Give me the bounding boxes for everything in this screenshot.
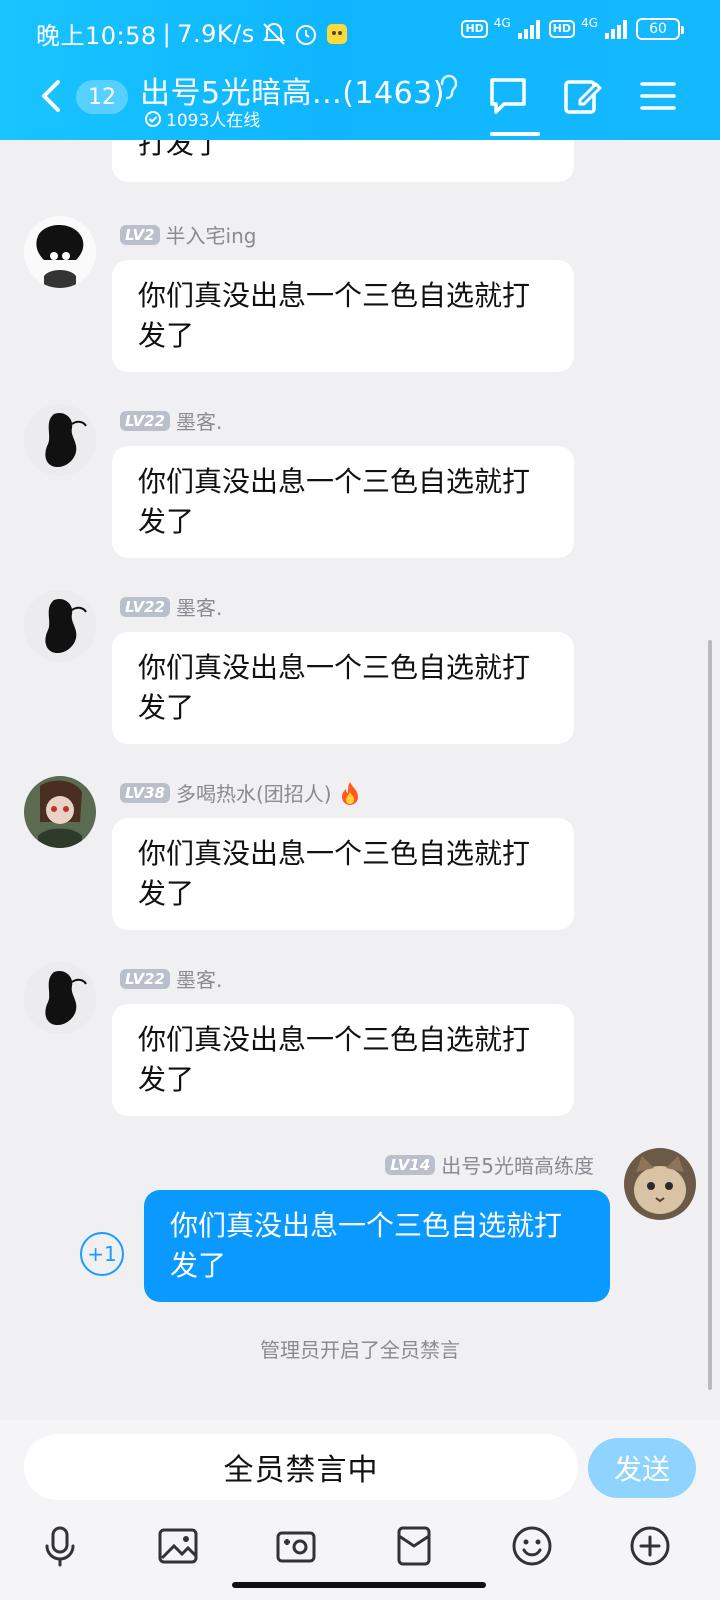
message-bubble[interactable]: 你们真没出息一个三色自选就打发了 [112,1004,574,1116]
system-message: 管理员开启了全员禁言 [260,1338,460,1362]
battery-icon: 60 [636,18,684,40]
menu-icon[interactable] [636,74,680,118]
check-circle-icon [145,110,161,127]
active-tab-indicator [490,132,540,136]
sender-meta: LV22 墨客. [120,592,222,621]
message-list[interactable]: 打发了 LV2 半入宅ing 你们真没出息一个三色自选就打发了 LV22 墨客.… [0,140,720,1420]
hd-badge: HD [461,20,488,38]
level-badge: LV2 [120,224,160,245]
back-arrow-icon[interactable] [36,78,66,114]
edit-icon[interactable] [560,74,604,118]
camera-icon[interactable] [274,1524,318,1568]
unread-count-badge[interactable]: 12 [76,80,128,114]
sender-name[interactable]: 多喝热水(团招人) [176,778,332,807]
sender-name[interactable]: 墨客. [176,964,222,993]
network-speed: 7.9K/s [177,19,255,48]
send-button[interactable]: 发送 [588,1438,696,1498]
avatar[interactable] [24,216,96,288]
my-message-bubble[interactable]: 你们真没出息一个三色自选就打发了 [144,1190,610,1302]
message-bubble[interactable]: 打发了 [112,140,574,182]
message-bubble[interactable]: 你们真没出息一个三色自选就打发了 [112,632,574,744]
plus-icon[interactable] [628,1524,672,1568]
sender-name[interactable]: 墨客. [176,592,222,621]
level-badge: LV22 [120,410,170,431]
hd-badge-2: HD [548,20,576,38]
sender-meta: LV2 半入宅ing [120,220,256,249]
message-bubble[interactable]: 你们真没出息一个三色自选就打发了 [112,818,574,930]
sender-meta: LV22 墨客. [120,406,222,435]
sender-name[interactable]: 墨客. [176,406,222,435]
sender-name[interactable]: 半入宅ing [166,220,257,249]
online-count: 1093人在线 [144,106,260,131]
scrollbar[interactable] [708,640,712,1390]
level-badge: LV38 [120,782,170,803]
ear-icon [440,74,458,100]
app-notification-icon [326,23,347,44]
bell-off-icon [262,22,285,45]
my-sender-meta: LV14 出号5光暗高练度 [385,1150,594,1179]
alarm-icon [295,24,316,45]
emoji-icon[interactable] [510,1524,554,1568]
red-packet-icon[interactable] [392,1524,436,1568]
input-bar: 全员禁言中 发送 [0,1420,720,1600]
avatar[interactable] [24,776,96,848]
signal-icon [517,20,540,39]
level-badge: LV22 [120,968,170,989]
my-name: 出号5光暗高练度 [441,1154,594,1178]
toolbar [0,1524,720,1572]
header: 晚上10:58 | 7.9K/s HD 4G HD 4G 60 12 出号5光暗… [0,0,720,140]
microphone-icon[interactable] [38,1524,82,1568]
sender-meta: LV38 多喝热水(团招人) [120,778,362,807]
avatar[interactable] [24,590,96,662]
image-icon[interactable] [156,1524,200,1568]
status-bar: 晚上10:58 | 7.9K/s HD 4G HD 4G 60 [0,0,720,64]
sender-meta: LV22 墨客. [120,964,222,993]
title-bar: 12 出号5光暗高...(1463) 1093人在线 [0,64,720,140]
chat-bubble-icon[interactable] [486,74,530,118]
message-bubble[interactable]: 你们真没出息一个三色自选就打发了 [112,260,574,372]
level-badge: LV14 [385,1154,436,1175]
fire-icon [341,781,358,805]
my-avatar[interactable] [624,1148,696,1220]
home-indicator[interactable] [232,1582,486,1588]
avatar[interactable] [24,404,96,476]
level-badge: LV22 [120,596,170,617]
signal-icon-2 [605,20,627,39]
message-bubble[interactable]: 你们真没出息一个三色自选就打发了 [112,446,574,558]
plus-one-button[interactable]: +1 [80,1232,124,1276]
avatar[interactable] [24,962,96,1034]
message-input-muted[interactable]: 全员禁言中 [24,1434,578,1500]
chat-screen: 晚上10:58 | 7.9K/s HD 4G HD 4G 60 12 出号5光暗… [0,0,720,1600]
status-time: 晚上10:58 [36,22,157,50]
